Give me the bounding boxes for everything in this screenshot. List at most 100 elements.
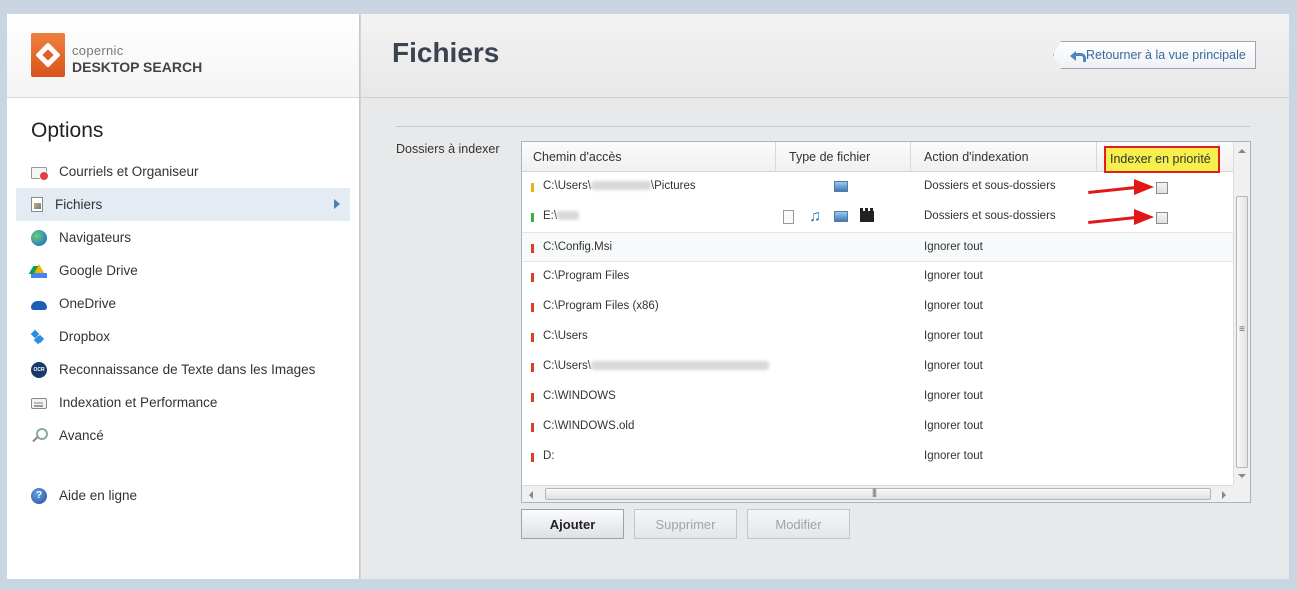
action-cell: Ignorer tout bbox=[924, 420, 983, 432]
column-header-path[interactable]: Chemin d'accès bbox=[522, 142, 776, 172]
status-marker bbox=[531, 303, 534, 312]
chevron-right-icon bbox=[334, 199, 340, 209]
action-cell: Ignorer tout bbox=[924, 360, 983, 372]
brand-name-small: copernic bbox=[72, 43, 124, 58]
brand-name-big: DESKTOP SEARCH bbox=[72, 59, 203, 75]
sidebar-item-advanced[interactable]: Avancé bbox=[16, 419, 350, 452]
scroll-left-icon[interactable] bbox=[529, 491, 533, 499]
table-row[interactable]: C:\WINDOWS.old Ignorer tout bbox=[522, 412, 1233, 442]
delete-button[interactable]: Supprimer bbox=[634, 509, 737, 539]
scrollbar-corner bbox=[1233, 485, 1250, 502]
nav-spacer bbox=[16, 452, 350, 479]
search-icon bbox=[31, 427, 48, 444]
type-cell: ♫ bbox=[782, 208, 902, 225]
table-row[interactable]: C:\Program Files Ignorer tout bbox=[522, 262, 1233, 292]
sidebar-item-files[interactable]: Fichiers bbox=[16, 188, 350, 221]
file-icon bbox=[31, 197, 43, 212]
status-marker bbox=[531, 453, 534, 462]
status-marker bbox=[531, 183, 534, 192]
page-header: Fichiers Retourner à la vue principale bbox=[361, 14, 1289, 98]
sidebar-item-performance[interactable]: Indexation et Performance bbox=[16, 386, 350, 419]
sidebar-item-label: Navigateurs bbox=[59, 230, 132, 245]
table-row[interactable]: C:\Program Files (x86) Ignorer tout bbox=[522, 292, 1233, 322]
path-cell: C:\Config.Msi bbox=[543, 241, 613, 253]
add-button[interactable]: Ajouter bbox=[521, 509, 624, 539]
status-marker bbox=[531, 363, 534, 372]
horizontal-scroll-thumb[interactable] bbox=[545, 487, 1211, 500]
modify-button[interactable]: Modifier bbox=[747, 509, 850, 539]
column-header-priority[interactable]: Indexer en priorité bbox=[1104, 146, 1220, 173]
action-cell: Dossiers et sous-dossiers bbox=[924, 180, 1056, 192]
back-button-label: Retourner à la vue principale bbox=[1086, 48, 1246, 62]
help-icon: ? bbox=[31, 487, 47, 504]
ocr-icon: OCR bbox=[31, 361, 47, 378]
horizontal-scrollbar[interactable] bbox=[522, 485, 1233, 502]
action-cell: Ignorer tout bbox=[924, 241, 983, 253]
path-cell: C:\WINDOWS bbox=[543, 390, 616, 402]
sidebar-item-help[interactable]: ? Aide en ligne bbox=[16, 479, 350, 512]
action-cell: Dossiers et sous-dossiers bbox=[924, 210, 1056, 222]
path-cell: D: bbox=[543, 450, 555, 462]
options-nav: Courriels et Organiseur Fichiers Navigat… bbox=[16, 155, 350, 512]
image-type-icon bbox=[834, 211, 848, 222]
scroll-down-icon[interactable] bbox=[1238, 474, 1246, 478]
status-marker bbox=[531, 244, 534, 253]
status-marker bbox=[531, 273, 534, 282]
table-row[interactable]: C:\Users\ Ignorer tout bbox=[522, 352, 1233, 382]
sidebar-item-onedrive[interactable]: OneDrive bbox=[16, 287, 350, 320]
status-marker bbox=[531, 423, 534, 432]
sidebar-item-label: Reconnaissance de Texte dans les Images bbox=[59, 362, 316, 377]
sidebar-item-label: Courriels et Organiseur bbox=[59, 164, 199, 179]
sidebar-item-label: Google Drive bbox=[59, 263, 138, 278]
options-title: Options bbox=[31, 119, 104, 142]
mail-icon bbox=[31, 166, 49, 181]
sidebar-item-label: Fichiers bbox=[55, 197, 103, 212]
sidebar: copernic DESKTOP SEARCH Options Courriel… bbox=[7, 14, 360, 579]
sidebar-item-label: Dropbox bbox=[59, 329, 111, 344]
status-marker bbox=[531, 333, 534, 342]
video-type-icon bbox=[860, 208, 874, 222]
document-type-icon bbox=[783, 210, 794, 224]
column-header-action[interactable]: Action d'indexation bbox=[911, 142, 1097, 172]
table-row[interactable]: D: Ignorer tout bbox=[522, 442, 1233, 472]
back-arrow-icon bbox=[1070, 50, 1086, 62]
action-cell: Ignorer tout bbox=[924, 300, 983, 312]
google-drive-icon bbox=[31, 263, 47, 278]
scroll-right-icon[interactable] bbox=[1222, 491, 1226, 499]
dropbox-icon bbox=[31, 329, 47, 345]
column-header-type[interactable]: Type de fichier bbox=[776, 142, 911, 172]
folders-label: Dossiers à indexer bbox=[396, 142, 500, 156]
folders-table: Chemin d'accès Type de fichier Action d'… bbox=[521, 141, 1251, 503]
music-type-icon: ♫ bbox=[809, 208, 821, 225]
back-to-main-button[interactable]: Retourner à la vue principale bbox=[1053, 41, 1256, 69]
table-row[interactable]: C:\Users Ignorer tout bbox=[522, 322, 1233, 352]
annotation-arrow-icon bbox=[1088, 209, 1154, 225]
sidebar-item-label: Avancé bbox=[59, 428, 104, 443]
annotation-arrow-icon bbox=[1088, 179, 1154, 195]
sidebar-item-google-drive[interactable]: Google Drive bbox=[16, 254, 350, 287]
sidebar-item-label: OneDrive bbox=[59, 296, 117, 311]
priority-checkbox[interactable] bbox=[1156, 182, 1168, 194]
sidebar-item-mail[interactable]: Courriels et Organiseur bbox=[16, 155, 350, 188]
table-row[interactable]: C:\WINDOWS Ignorer tout bbox=[522, 382, 1233, 412]
path-cell: C:\WINDOWS.old bbox=[543, 420, 635, 432]
vertical-scrollbar[interactable] bbox=[1233, 142, 1250, 485]
scroll-up-icon[interactable] bbox=[1238, 149, 1246, 153]
path-cell: C:\Users\ \Pictures bbox=[543, 180, 696, 192]
sidebar-item-label: Aide en ligne bbox=[59, 488, 138, 503]
priority-checkbox[interactable] bbox=[1156, 212, 1168, 224]
table-header: Chemin d'accès Type de fichier Action d'… bbox=[522, 142, 1233, 173]
action-cell: Ignorer tout bbox=[924, 270, 983, 282]
globe-icon bbox=[31, 229, 47, 246]
divider bbox=[396, 126, 1250, 127]
action-cell: Ignorer tout bbox=[924, 390, 983, 402]
vertical-scroll-thumb[interactable] bbox=[1236, 196, 1248, 468]
sidebar-item-browsers[interactable]: Navigateurs bbox=[16, 221, 350, 254]
image-type-icon bbox=[834, 181, 848, 192]
sidebar-item-ocr[interactable]: OCR Reconnaissance de Texte dans les Ima… bbox=[16, 353, 350, 386]
table-row[interactable]: C:\Config.Msi Ignorer tout bbox=[522, 232, 1233, 262]
sidebar-item-dropbox[interactable]: Dropbox bbox=[16, 320, 350, 353]
path-cell: C:\Users bbox=[543, 330, 588, 342]
onedrive-icon bbox=[31, 301, 47, 310]
brand-header: copernic DESKTOP SEARCH bbox=[7, 14, 359, 98]
